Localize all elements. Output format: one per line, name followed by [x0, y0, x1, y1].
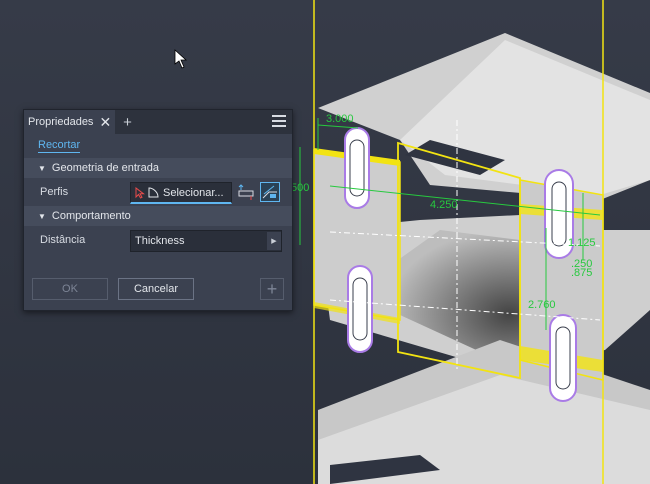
caret-down-icon: ▼	[38, 163, 46, 173]
section-input-geometry[interactable]: ▼ Geometria de entrada	[24, 158, 292, 178]
distance-dropdown[interactable]: Thickness ▶	[130, 230, 282, 252]
row-distance: Distância Thickness ▶	[24, 226, 292, 254]
dim-3000[interactable]: 3.000	[326, 113, 354, 125]
hamburger-menu-icon[interactable]	[272, 115, 286, 127]
dim-875[interactable]: .875	[571, 267, 592, 279]
selector-text: Selecionar...	[163, 186, 224, 199]
profile-icon	[148, 187, 159, 198]
select-arrow-icon	[135, 186, 145, 199]
dim-1125[interactable]: 1.125	[568, 237, 596, 249]
properties-panel: Propriedades ✕ + Recortar ▼ Geometria de…	[23, 109, 293, 311]
subtab-bar: Recortar	[24, 134, 292, 158]
section-title: Geometria de entrada	[51, 162, 159, 174]
apply-plus-button[interactable]: +	[260, 278, 284, 300]
cut-across-bend-icon[interactable]	[260, 182, 280, 202]
profile-selector[interactable]: Selecionar...	[130, 182, 232, 204]
dim-2760[interactable]: 2.760	[528, 299, 556, 311]
subtab-recortar[interactable]: Recortar	[38, 139, 81, 153]
distance-label: Distância	[40, 234, 86, 246]
distance-value: Thickness	[135, 235, 185, 247]
chevron-right-icon[interactable]: ▶	[267, 232, 281, 250]
add-tab-icon[interactable]: +	[123, 115, 132, 130]
button-bar: OK Cancelar +	[32, 278, 284, 302]
tab-label: Propriedades	[28, 116, 94, 128]
cancel-button[interactable]: Cancelar	[118, 278, 194, 300]
section-behavior[interactable]: ▼ Comportamento	[24, 206, 292, 226]
ok-button[interactable]: OK	[32, 278, 108, 300]
flip-direction-icon[interactable]	[236, 182, 256, 202]
row-profiles: Perfis Selecionar...	[24, 178, 292, 206]
panel-header: Propriedades ✕ +	[24, 110, 292, 134]
caret-down-icon: ▼	[38, 211, 46, 221]
dim-4250[interactable]: 4.250	[430, 199, 458, 211]
profiles-label: Perfis	[40, 186, 69, 198]
section-title: Comportamento	[51, 210, 131, 222]
close-icon[interactable]: ✕	[99, 115, 111, 129]
tab-properties[interactable]: Propriedades ✕	[24, 110, 116, 134]
dim-500[interactable]: 500	[291, 182, 309, 194]
